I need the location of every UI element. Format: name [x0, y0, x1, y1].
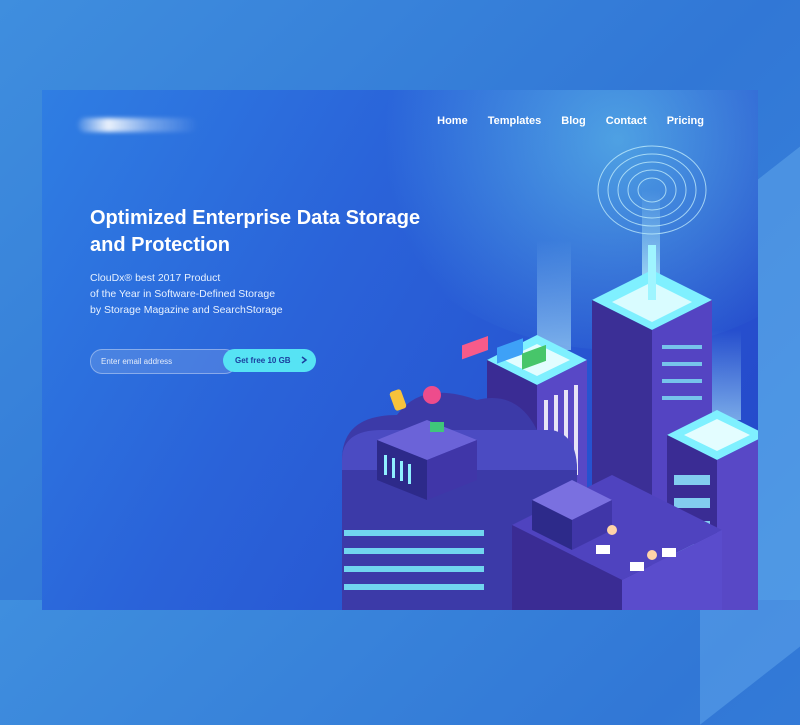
nav-pricing[interactable]: Pricing	[667, 115, 704, 127]
hero-description-line: by Storage Magazine and SearchStorage	[90, 304, 283, 316]
hero-description-line: ClouDx® best 2017 Product	[90, 272, 221, 284]
light-beam	[707, 330, 741, 420]
hero-description: ClouDx® best 2017 Product of the Year in…	[90, 270, 350, 318]
landing-page-card: Home Templates Blog Contact Pricing Opti…	[42, 90, 758, 610]
light-beam	[537, 240, 571, 350]
main-nav: Home Templates Blog Contact Pricing	[437, 115, 704, 127]
cloud-city-illustration	[342, 145, 758, 610]
email-input[interactable]	[90, 349, 237, 374]
get-free-storage-button[interactable]: Get free 10 GB	[223, 349, 316, 372]
nav-templates[interactable]: Templates	[488, 115, 542, 127]
arrow-right-icon	[301, 355, 308, 366]
logo[interactable]	[78, 118, 198, 132]
nav-contact[interactable]: Contact	[606, 115, 647, 127]
cta-label: Get free 10 GB	[235, 356, 291, 365]
nav-home[interactable]: Home	[437, 115, 468, 127]
nav-blog[interactable]: Blog	[561, 115, 585, 127]
hero-description-line: of the Year in Software-Defined Storage	[90, 288, 276, 300]
